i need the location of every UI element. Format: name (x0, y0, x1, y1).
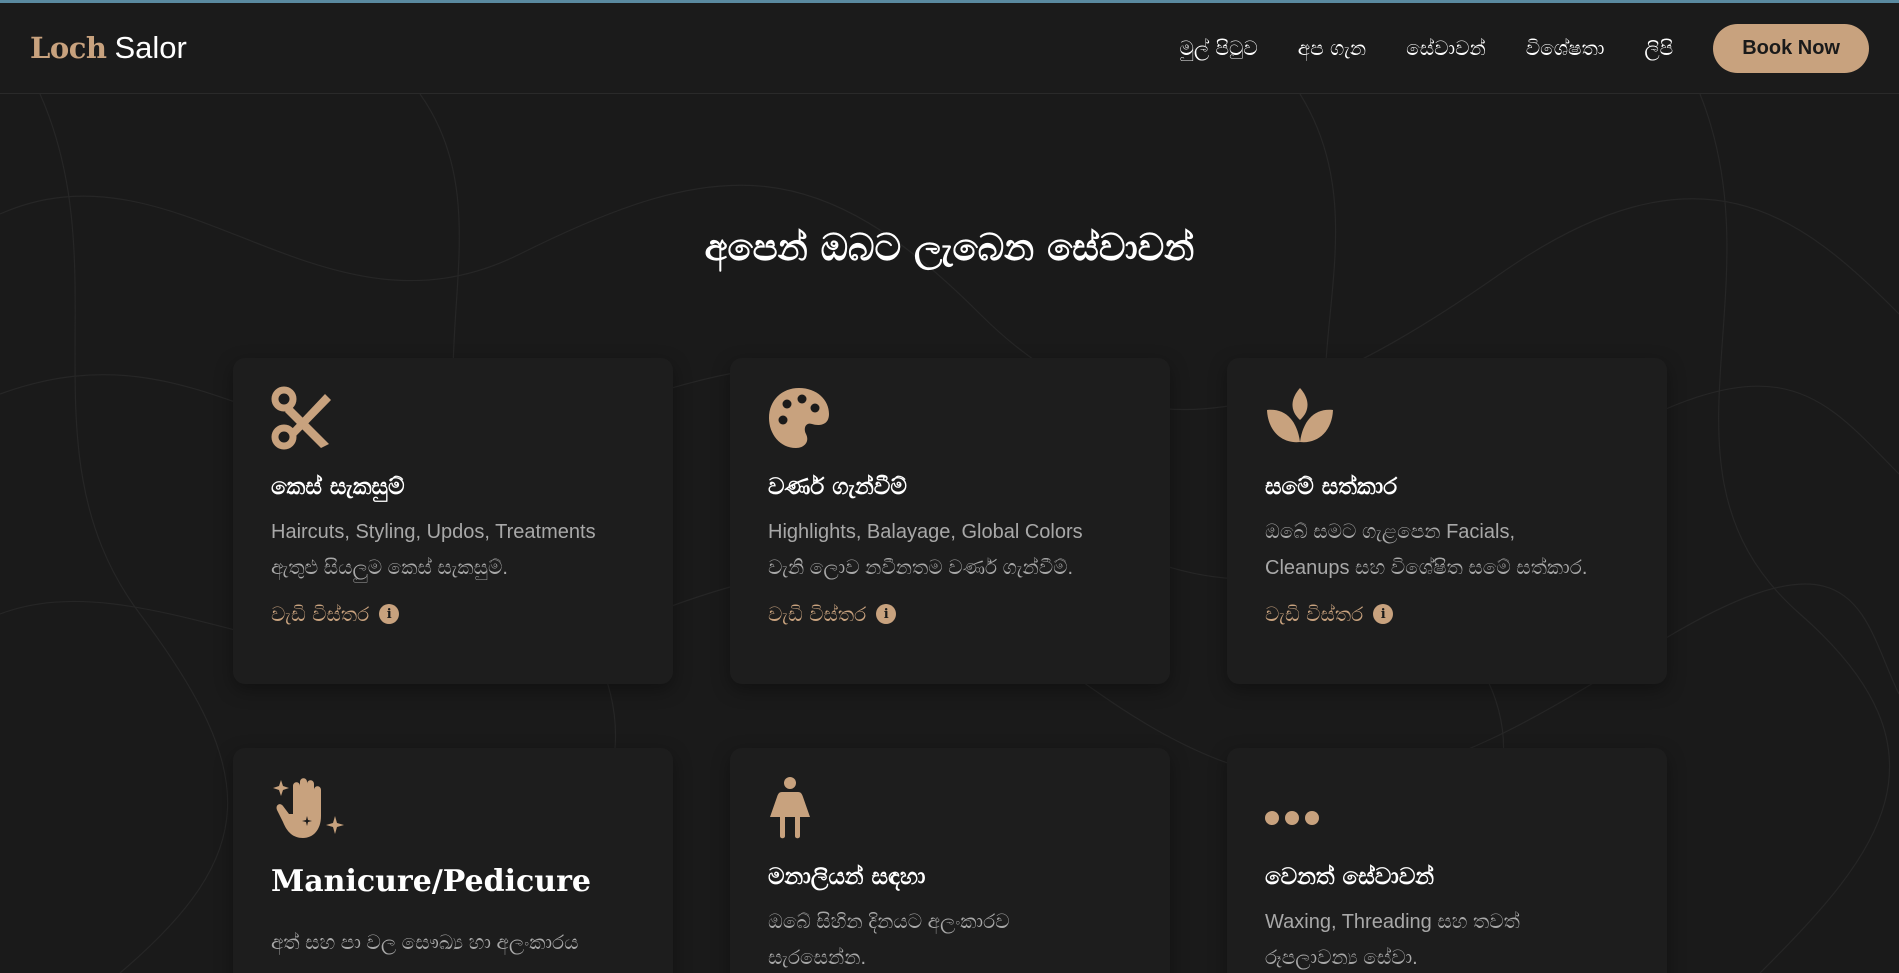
card-description-line-2: රූපලාවන්‍ය සේවා. (1265, 947, 1418, 969)
card-description-line-1: Waxing, Threading සහ තවත් (1265, 911, 1520, 933)
read-more-label: වැඩි විස්තර (1265, 602, 1364, 626)
book-now-button[interactable]: Book Now (1713, 23, 1869, 73)
service-card-hair: කෙස් සැකසුම් Haircuts, Styling, Updos, T… (233, 358, 673, 684)
card-title: වර්ණ ගැන්වීම් (768, 474, 907, 500)
card-description-line-1: Haircuts, Styling, Updos, Treatments (271, 521, 596, 543)
info-icon: i (1373, 604, 1394, 624)
read-more-link[interactable]: වැඩි විස්තර i (1265, 602, 1629, 626)
info-icon: i (379, 604, 400, 624)
nav-item-articles[interactable]: ලිපි (1644, 36, 1673, 60)
nav-item-features[interactable]: විශේෂතා (1526, 36, 1605, 60)
card-description-line-1: Highlights, Balayage, Global Colors (768, 521, 1083, 543)
person-dress-icon (768, 776, 1132, 844)
logo-first-word: Loch (30, 31, 107, 65)
card-title: සමේ සත්කාර (1265, 474, 1398, 500)
read-more-link[interactable]: වැඩි විස්තර i (271, 602, 635, 626)
read-more-label: වැඩි විස්තර (271, 602, 370, 626)
site-header: Loch Salor මුල් පිටුව අප ගැන සේවාවන් විශ… (0, 3, 1899, 94)
site-logo[interactable]: Loch Salor (30, 30, 187, 66)
nav-item-home[interactable]: මුල් පිටුව (1179, 36, 1257, 60)
nav-item-services[interactable]: සේවාවන් (1406, 36, 1486, 60)
scissors-icon (271, 386, 635, 454)
main-nav: මුල් පිටුව අප ගැන සේවාවන් විශේෂතා ලිපි B… (1139, 23, 1869, 73)
hand-sparkles-icon (271, 776, 635, 844)
card-title: Manicure/Pedicure (271, 864, 591, 899)
card-title: මනාලියන් සඳහා (768, 864, 926, 890)
card-description-line-1: ඔබේ සිහින දිනයට අලංකාරව (768, 911, 1010, 933)
nav-item-about[interactable]: අප ගැන (1298, 36, 1366, 60)
ellipsis-icon (1265, 776, 1629, 844)
read-more-label: වැඩි විස්තර (768, 602, 867, 626)
card-description-line-1: අත් සහ පා වල සෞඛ්‍ය හා අලංකාරය (271, 932, 579, 954)
service-card-bridal: මනාලියන් සඳහා ඔබේ සිහින දිනයට අලංකාරව සැ… (730, 748, 1170, 973)
card-description-line-2: සඳහා. (271, 961, 635, 973)
info-icon: i (876, 604, 897, 624)
service-card-skin: සමේ සත්කාර ඔබේ සමට ගැළපෙන Facials, Clean… (1227, 358, 1667, 684)
card-title: කෙස් සැකසුම් (271, 474, 405, 500)
card-description-line-2: වැනි ලොව නවීනතම වර්ණ ගැන්වීම්. (768, 557, 1074, 579)
logo-second-word: Salor (114, 30, 187, 65)
read-more-link[interactable]: වැඩි විස්තර i (768, 602, 1132, 626)
card-title: වෙනත් සේවාවන් (1265, 864, 1435, 890)
service-card-other: වෙනත් සේවාවන් Waxing, Threading සහ තවත් … (1227, 748, 1667, 973)
service-card-manicure: Manicure/Pedicure අත් සහ පා වල සෞඛ්‍ය හා… (233, 748, 673, 973)
spa-lotus-icon (1265, 386, 1629, 454)
palette-icon (768, 386, 1132, 454)
services-section-title: අපෙන් ඔබට ලැබෙන සේවාවන් (704, 226, 1195, 269)
card-description-line-2: සැරසෙන්න. (768, 947, 867, 969)
card-description-line-1: ඔබේ සමට ගැළපෙන Facials, (1265, 521, 1515, 543)
service-card-color: වර්ණ ගැන්වීම් Highlights, Balayage, Glob… (730, 358, 1170, 684)
card-description-line-2: ඇතුළු සියලුම කෙස් සැකසුම්. (271, 557, 508, 579)
card-description-line-2: Cleanups සහ විශේෂිත සමේ සත්කාර. (1265, 557, 1588, 579)
